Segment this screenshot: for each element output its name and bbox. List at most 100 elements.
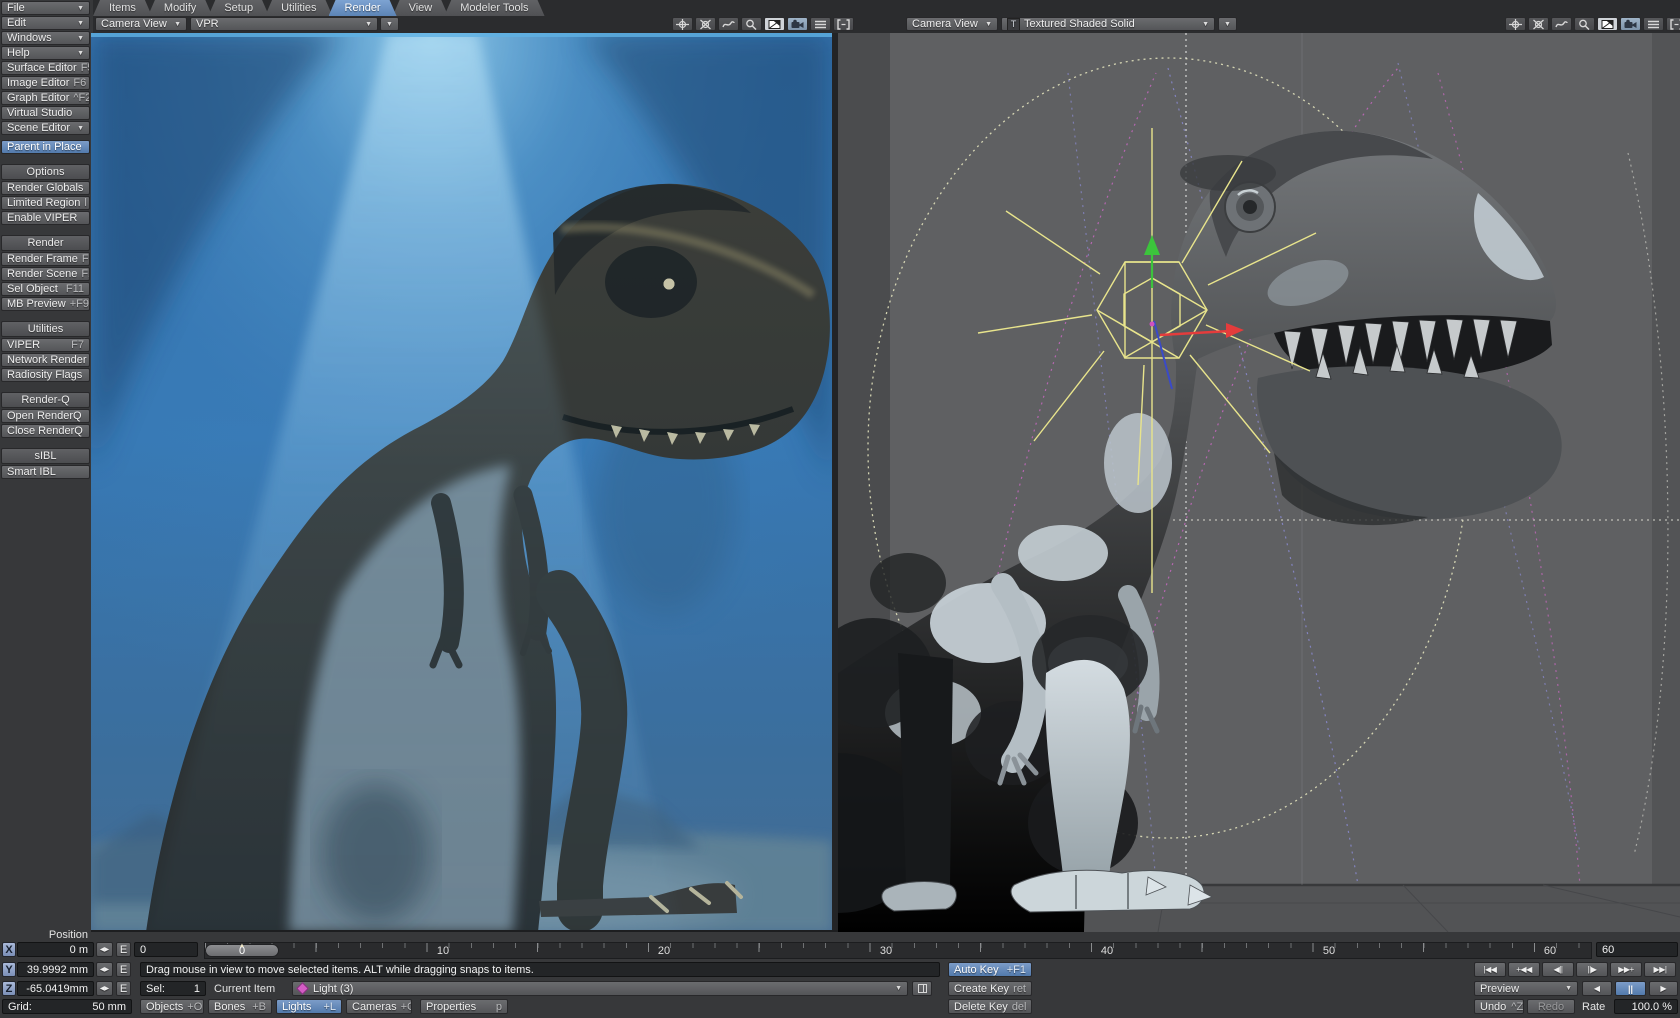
next-keyframe-button[interactable]: ▶▶+: [1610, 962, 1642, 977]
twist-icon[interactable]: [1551, 17, 1572, 31]
camera-icon[interactable]: [787, 17, 808, 31]
status-hint-text: Drag mouse in view to move selected item…: [140, 962, 940, 977]
go-to-end-button[interactable]: ▶▶|: [1644, 962, 1676, 977]
auto-key-button[interactable]: Auto Key +F1: [948, 962, 1032, 977]
right-view-type-dropdown[interactable]: Camera View ▼: [906, 17, 998, 31]
file-menu[interactable]: File ▼: [1, 1, 90, 15]
go-to-start-button[interactable]: |◀◀: [1474, 962, 1506, 977]
virtual-studio-button[interactable]: Virtual Studio: [1, 106, 90, 120]
tab-items[interactable]: Items: [93, 0, 152, 16]
tab-utilities[interactable]: Utilities: [265, 0, 332, 16]
x-axis-button[interactable]: X: [2, 942, 16, 957]
create-key-button[interactable]: Create Key ret: [948, 981, 1032, 996]
x-envelope-button[interactable]: E: [116, 942, 131, 957]
pause-button[interactable]: ||: [1615, 981, 1646, 996]
minmax-region-icon[interactable]: [1597, 17, 1618, 31]
timeline-ruler[interactable]: 10 20 30 40 50 60 ▲ 0: [204, 942, 1592, 959]
z-axis-button[interactable]: Z: [2, 981, 16, 996]
shortcut-label: F9: [78, 253, 90, 265]
z-stepper[interactable]: ◀▶: [96, 981, 113, 996]
x-stepper[interactable]: ◀▶: [96, 942, 113, 957]
y-position-field[interactable]: 39.9992 mm: [17, 962, 94, 977]
play-button[interactable]: ▶: [1649, 981, 1678, 996]
y-stepper[interactable]: ◀▶: [96, 962, 113, 977]
tab-modeler-tools[interactable]: Modeler Tools: [444, 0, 544, 16]
edit-menu[interactable]: Edit▼: [1, 16, 90, 30]
y-axis-button[interactable]: Y: [2, 962, 16, 977]
maximize-viewport-icon[interactable]: [833, 17, 854, 31]
radiosity-flags-button[interactable]: Radiosity Flags: [1, 368, 90, 382]
camera-icon[interactable]: [1620, 17, 1641, 31]
windows-menu[interactable]: Windows▼: [1, 31, 90, 45]
help-menu[interactable]: Help▼: [1, 46, 90, 60]
right-render-mode-dropdown[interactable]: T Textured Shaded Solid ▼: [1001, 17, 1215, 31]
item-list-panel-button[interactable]: [912, 981, 932, 996]
bones-mode-button[interactable]: Bones+B: [208, 999, 272, 1014]
z-envelope-button[interactable]: E: [116, 981, 131, 996]
parent-in-place-button[interactable]: Parent in Place: [1, 140, 90, 154]
orbit-icon[interactable]: [695, 17, 716, 31]
render-frame-button[interactable]: Render FrameF9: [1, 252, 90, 266]
left-view-type-dropdown[interactable]: Camera View ▼: [95, 17, 187, 31]
left-viewport-vpr[interactable]: [91, 33, 832, 932]
render-scene-button[interactable]: Render SceneF10: [1, 267, 90, 281]
magnify-icon[interactable]: [741, 17, 762, 31]
twist-icon[interactable]: [718, 17, 739, 31]
edit-menu-label: Edit: [7, 17, 26, 29]
network-render-button[interactable]: Network Render: [1, 353, 90, 367]
scene-editor-dropdown[interactable]: Scene Editor▼: [1, 121, 90, 135]
current-frame-field[interactable]: 0: [134, 942, 198, 957]
slider-notch-icon: ▲: [239, 943, 245, 949]
tab-setup[interactable]: Setup: [208, 0, 269, 16]
undo-button[interactable]: Undo ^Z: [1474, 999, 1524, 1014]
preview-dropdown[interactable]: Preview ▼: [1474, 981, 1578, 996]
play-reverse-button[interactable]: ◀: [1582, 981, 1612, 996]
y-envelope-button[interactable]: E: [116, 962, 131, 977]
left-render-mode-dropdown[interactable]: VPR ▼: [190, 17, 378, 31]
pan-icon[interactable]: [672, 17, 693, 31]
smart-ibl-button[interactable]: Smart IBL: [1, 465, 90, 479]
sel-object-button[interactable]: Sel ObjectF11: [1, 282, 90, 296]
tab-modify[interactable]: Modify: [148, 0, 212, 16]
main-tab-strip: Items Modify Setup Utilities Render View…: [93, 0, 1680, 16]
delete-key-button[interactable]: Delete Key del: [948, 999, 1032, 1014]
properties-button[interactable]: Propertiesp: [420, 999, 508, 1014]
render-globals-button[interactable]: Render Globals: [1, 181, 90, 195]
cameras-mode-button[interactable]: Cameras+C: [346, 999, 412, 1014]
maximize-viewport-icon[interactable]: [1666, 17, 1680, 31]
list-icon[interactable]: [810, 17, 831, 31]
image-editor-button[interactable]: Image EditorF6: [1, 76, 90, 90]
graph-editor-button[interactable]: Graph Editor^F2: [1, 91, 90, 105]
right-viewport-shaded[interactable]: [838, 33, 1680, 932]
pan-icon[interactable]: [1505, 17, 1526, 31]
left-viewport-menu-button[interactable]: ▼: [380, 17, 399, 31]
x-position-field[interactable]: 0 m: [17, 942, 94, 957]
right-viewport-menu-button[interactable]: ▼: [1218, 17, 1237, 31]
surface-editor-button[interactable]: Surface EditorF5: [1, 61, 90, 75]
tab-view[interactable]: View: [393, 0, 449, 16]
current-item-value: Light (3): [313, 983, 353, 995]
open-renderq-button[interactable]: Open RenderQ: [1, 409, 90, 423]
z-position-field[interactable]: -65.0419mm: [17, 981, 94, 996]
tab-render[interactable]: Render: [329, 0, 397, 16]
mb-preview-button[interactable]: MB Preview+F9: [1, 297, 90, 311]
lights-mode-button[interactable]: Lights+L: [276, 999, 342, 1014]
step-forward-button[interactable]: ||▶: [1576, 962, 1608, 977]
orbit-icon[interactable]: [1528, 17, 1549, 31]
timeline-slider-handle[interactable]: ▲ 0: [205, 944, 279, 957]
current-item-dropdown[interactable]: Light (3) ▼: [292, 981, 908, 996]
objects-mode-button[interactable]: Objects+O: [140, 999, 204, 1014]
minmax-region-icon[interactable]: [764, 17, 785, 31]
viper-button[interactable]: VIPERF7: [1, 338, 90, 352]
magnify-icon[interactable]: [1574, 17, 1595, 31]
end-frame-field[interactable]: 60: [1596, 942, 1678, 957]
enable-viper-button[interactable]: Enable VIPER: [1, 211, 90, 225]
step-back-button[interactable]: ◀||: [1542, 962, 1574, 977]
redo-button[interactable]: Redo: [1527, 999, 1575, 1014]
close-renderq-button[interactable]: Close RenderQ: [1, 424, 90, 438]
limited-region-button[interactable]: Limited Regionl: [1, 196, 90, 210]
previous-keyframe-button[interactable]: +◀◀: [1508, 962, 1540, 977]
list-icon[interactable]: [1643, 17, 1664, 31]
rate-field[interactable]: 100.0 %: [1614, 999, 1678, 1014]
left-view-type-label: Camera View: [101, 18, 167, 30]
